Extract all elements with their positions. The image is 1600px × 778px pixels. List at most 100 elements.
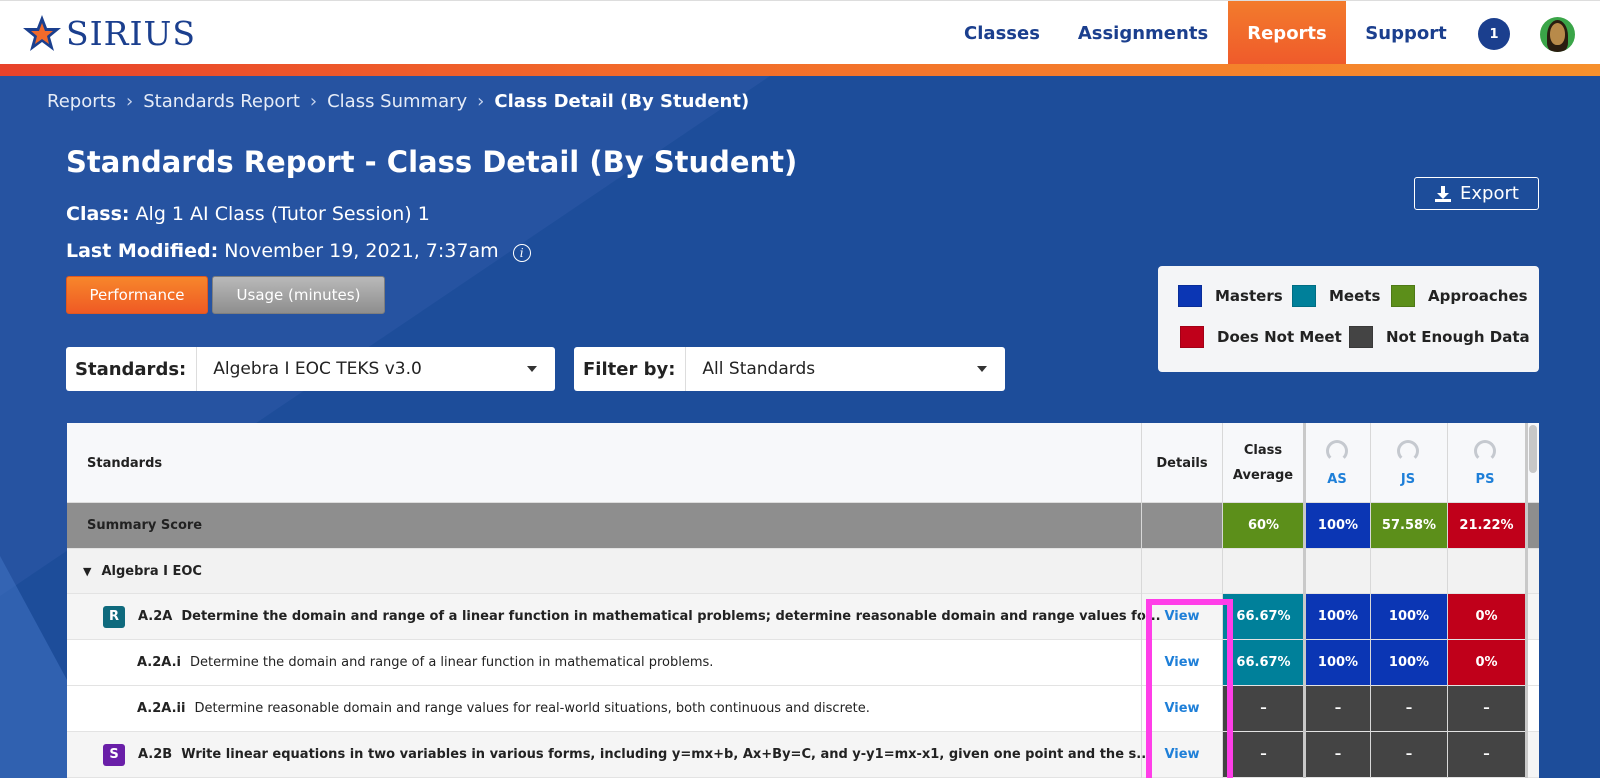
class-average-cell: 66.67% (1223, 594, 1304, 639)
standards-label: Standards: (66, 347, 198, 391)
standard-badge: R (103, 605, 125, 628)
standard-badge: S (103, 743, 125, 766)
usage-button[interactable]: Usage (minutes) (212, 276, 385, 314)
export-button[interactable]: Export (1414, 177, 1539, 210)
breadcrumb-standards-report[interactable]: Standards Report (143, 91, 300, 112)
nav-classes[interactable]: Classes (948, 1, 1056, 65)
top-navbar: SIRIUS Classes Assignments Reports Suppo… (0, 0, 1600, 65)
chevron-right-icon: › (309, 91, 318, 112)
header-class-average: Class Average (1232, 443, 1294, 483)
chevron-right-icon: › (477, 91, 485, 112)
caret-down-icon[interactable]: ▼ (83, 565, 91, 578)
class-value: Alg 1 AI Class (Tutor Session) 1 (135, 203, 430, 225)
score-cell-js: – (1371, 686, 1447, 731)
standard-description: Determine the domain and range of a line… (189, 655, 714, 670)
score-cell-js: – (1371, 732, 1447, 777)
nav-support[interactable]: Support (1356, 1, 1456, 65)
header-details: Details (1156, 455, 1208, 471)
column-divider (1303, 423, 1306, 778)
summary-score-js: 57.58% (1371, 503, 1447, 548)
logo-text: SIRIUS (66, 13, 196, 53)
filter-by-value: All Standards (702, 359, 816, 379)
legend-masters: Masters (1178, 285, 1283, 307)
table-header: Standards Details Class Average AS JS PS (67, 423, 1539, 503)
meets-swatch (1292, 285, 1316, 307)
nav-reports[interactable]: Reports (1228, 1, 1346, 65)
score-cell-as: 100% (1306, 640, 1370, 685)
notification-badge[interactable]: 1 (1478, 18, 1510, 50)
breadcrumb-class-summary[interactable]: Class Summary (327, 91, 467, 112)
filter-by-label: Filter by: (574, 347, 687, 391)
nav-assignments[interactable]: Assignments (1068, 1, 1218, 65)
legend-not-enough-data: Not Enough Data (1349, 326, 1530, 348)
export-label: Export (1460, 183, 1519, 204)
legend-meets: Meets (1292, 285, 1380, 307)
user-avatar[interactable] (1540, 17, 1575, 52)
table-scrollbar[interactable] (1529, 425, 1537, 473)
caret-down-icon (977, 366, 987, 372)
standards-select[interactable]: Standards: Algebra I EOC TEKS v3.0 (66, 347, 555, 391)
performance-legend: Masters Meets Approaches Does Not Meet N… (1158, 266, 1539, 372)
score-cell-ps: 0% (1448, 594, 1525, 639)
header-student-js[interactable]: JS (1370, 423, 1446, 503)
summary-row: Summary Score 60% 100% 57.58% 21.22% (67, 503, 1539, 549)
summary-score-ps: 21.22% (1448, 503, 1525, 548)
masters-swatch (1178, 285, 1202, 307)
summary-score-as: 100% (1306, 503, 1370, 548)
table-row: S A.2B Write linear equations in two var… (67, 732, 1539, 778)
not-enough-data-swatch (1349, 326, 1373, 348)
standards-table: Standards Details Class Average AS JS PS… (67, 423, 1539, 778)
chevron-right-icon: › (126, 91, 134, 112)
approaches-swatch (1391, 285, 1415, 307)
score-cell-ps: – (1448, 686, 1525, 731)
group-row[interactable]: ▼ Algebra I EOC (67, 549, 1539, 594)
score-cell-ps: 0% (1448, 640, 1525, 685)
standard-code: A.2B (138, 747, 173, 762)
class-info: Class: Alg 1 AI Class (Tutor Session) 1 (66, 203, 430, 225)
info-icon[interactable]: i (512, 244, 531, 262)
standard-description: Determine the domain and range of a line… (181, 609, 1161, 624)
column-divider (1447, 423, 1448, 778)
user-icon (1326, 439, 1348, 462)
header-student-as[interactable]: AS (1305, 423, 1369, 503)
standard-code: A.2A.i (137, 655, 181, 670)
class-average-cell: 66.67% (1223, 640, 1304, 685)
score-cell-as: – (1306, 732, 1370, 777)
breadcrumb: Reports › Standards Report › Class Summa… (47, 91, 749, 112)
download-icon (1435, 185, 1452, 202)
nav-accent-stripe (0, 64, 1600, 76)
summary-label: Summary Score (87, 518, 203, 533)
table-row: A.2A.i Determine the domain and range of… (67, 640, 1539, 686)
summary-class-average: 60% (1223, 503, 1304, 548)
table-row: R A.2A Determine the domain and range of… (67, 594, 1539, 640)
last-modified-label: Last Modified: (66, 240, 219, 262)
page-title: Standards Report - Class Detail (By Stud… (66, 145, 798, 179)
legend-does-not-meet: Does Not Meet (1180, 326, 1342, 348)
column-divider (1141, 423, 1142, 778)
class-average-cell: – (1223, 732, 1304, 777)
user-icon (1474, 439, 1496, 462)
user-icon (1397, 439, 1419, 462)
star-logo-icon (23, 15, 61, 51)
standards-value: Algebra I EOC TEKS v3.0 (213, 359, 422, 379)
performance-button[interactable]: Performance (66, 276, 208, 314)
score-cell-as: 100% (1306, 594, 1370, 639)
breadcrumb-current: Class Detail (By Student) (494, 91, 750, 112)
standard-code: A.2A (138, 609, 173, 624)
header-standards: Standards (87, 455, 163, 471)
score-cell-js: 100% (1371, 640, 1447, 685)
does-not-meet-swatch (1180, 326, 1204, 348)
last-modified-info: Last Modified: November 19, 2021, 7:37am… (66, 240, 531, 262)
sirius-logo[interactable]: SIRIUS (22, 13, 196, 53)
column-divider (1525, 423, 1528, 778)
caret-down-icon (527, 366, 537, 372)
breadcrumb-reports[interactable]: Reports (47, 91, 116, 112)
legend-approaches: Approaches (1391, 285, 1528, 307)
filter-by-select[interactable]: Filter by: All Standards (574, 347, 1005, 391)
standard-description: Write linear equations in two variables … (181, 747, 1152, 762)
class-average-cell: – (1223, 686, 1304, 731)
score-cell-js: 100% (1371, 594, 1447, 639)
standard-description: Determine reasonable domain and range va… (194, 701, 870, 716)
header-student-ps[interactable]: PS (1447, 423, 1523, 503)
table-row: A.2A.ii Determine reasonable domain and … (67, 686, 1539, 732)
